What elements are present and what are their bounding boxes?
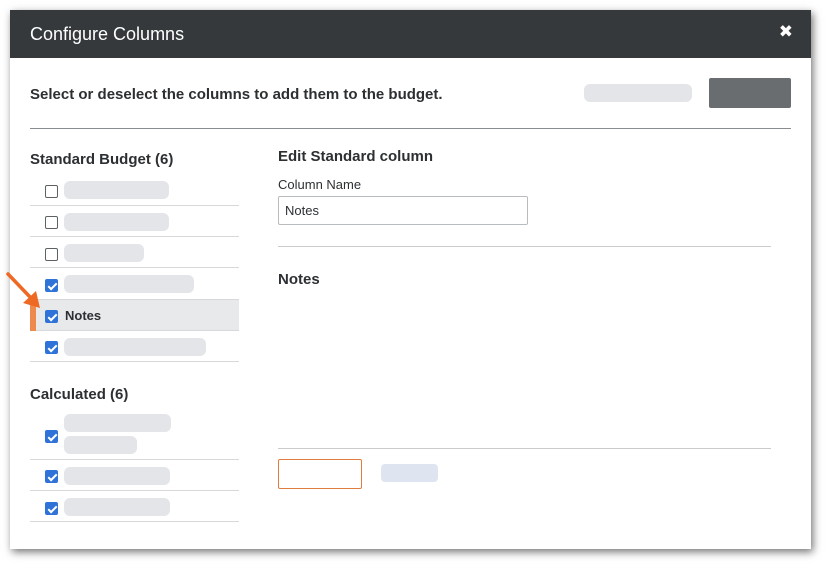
- edit-column-title: Edit Standard column: [278, 148, 434, 165]
- column-checkbox[interactable]: [45, 185, 58, 198]
- column-checkbox[interactable]: [45, 248, 58, 261]
- column-row[interactable]: [30, 206, 239, 237]
- column-label-placeholder: [64, 338, 206, 356]
- column-row[interactable]: [30, 460, 239, 491]
- secondary-action-button[interactable]: [584, 84, 692, 102]
- column-name-label: Column Name: [278, 177, 362, 192]
- modal-title: Configure Columns: [30, 24, 185, 44]
- editor-divider: [278, 246, 771, 247]
- cancel-column-button[interactable]: [381, 464, 438, 482]
- configure-columns-modal: Configure Columns ✖ Select or deselect t…: [10, 10, 811, 549]
- instruction-text: Select or deselect the columns to add th…: [30, 86, 443, 103]
- annotation-arrow-icon: [6, 272, 40, 308]
- column-row-notes[interactable]: Notes: [30, 300, 239, 331]
- column-checkbox[interactable]: [45, 310, 58, 323]
- column-checkbox[interactable]: [45, 502, 58, 515]
- standard-budget-heading: Standard Budget (6): [30, 151, 174, 168]
- notes-heading: Notes: [278, 271, 320, 288]
- column-label-placeholder: [64, 275, 194, 293]
- column-label-placeholder: [64, 181, 169, 199]
- column-label: Notes: [65, 308, 102, 323]
- column-label-placeholder: [64, 467, 170, 485]
- modal-header: Configure Columns ✖: [10, 10, 811, 58]
- column-row[interactable]: [30, 413, 239, 460]
- column-checkbox[interactable]: [45, 341, 58, 354]
- column-name-input[interactable]: [278, 196, 528, 225]
- calculated-heading: Calculated (6): [30, 386, 129, 403]
- column-checkbox[interactable]: [45, 279, 58, 292]
- column-label-placeholder: [64, 213, 169, 231]
- column-label-placeholder: [64, 498, 170, 516]
- column-label-placeholder: [64, 244, 144, 262]
- column-checkbox[interactable]: [45, 216, 58, 229]
- column-label-placeholder: [64, 436, 137, 454]
- header-divider: [30, 128, 791, 129]
- column-checkbox[interactable]: [45, 470, 58, 483]
- close-icon[interactable]: ✖: [779, 22, 793, 42]
- column-label-placeholder: [64, 414, 171, 432]
- primary-action-button[interactable]: [709, 78, 791, 108]
- column-row[interactable]: [30, 175, 239, 206]
- column-row[interactable]: [30, 268, 239, 300]
- editor-footer-divider: [278, 448, 771, 449]
- column-checkbox[interactable]: [45, 430, 58, 443]
- column-row[interactable]: [30, 237, 239, 268]
- save-column-button[interactable]: [278, 459, 362, 489]
- column-row[interactable]: [30, 331, 239, 362]
- column-row[interactable]: [30, 491, 239, 522]
